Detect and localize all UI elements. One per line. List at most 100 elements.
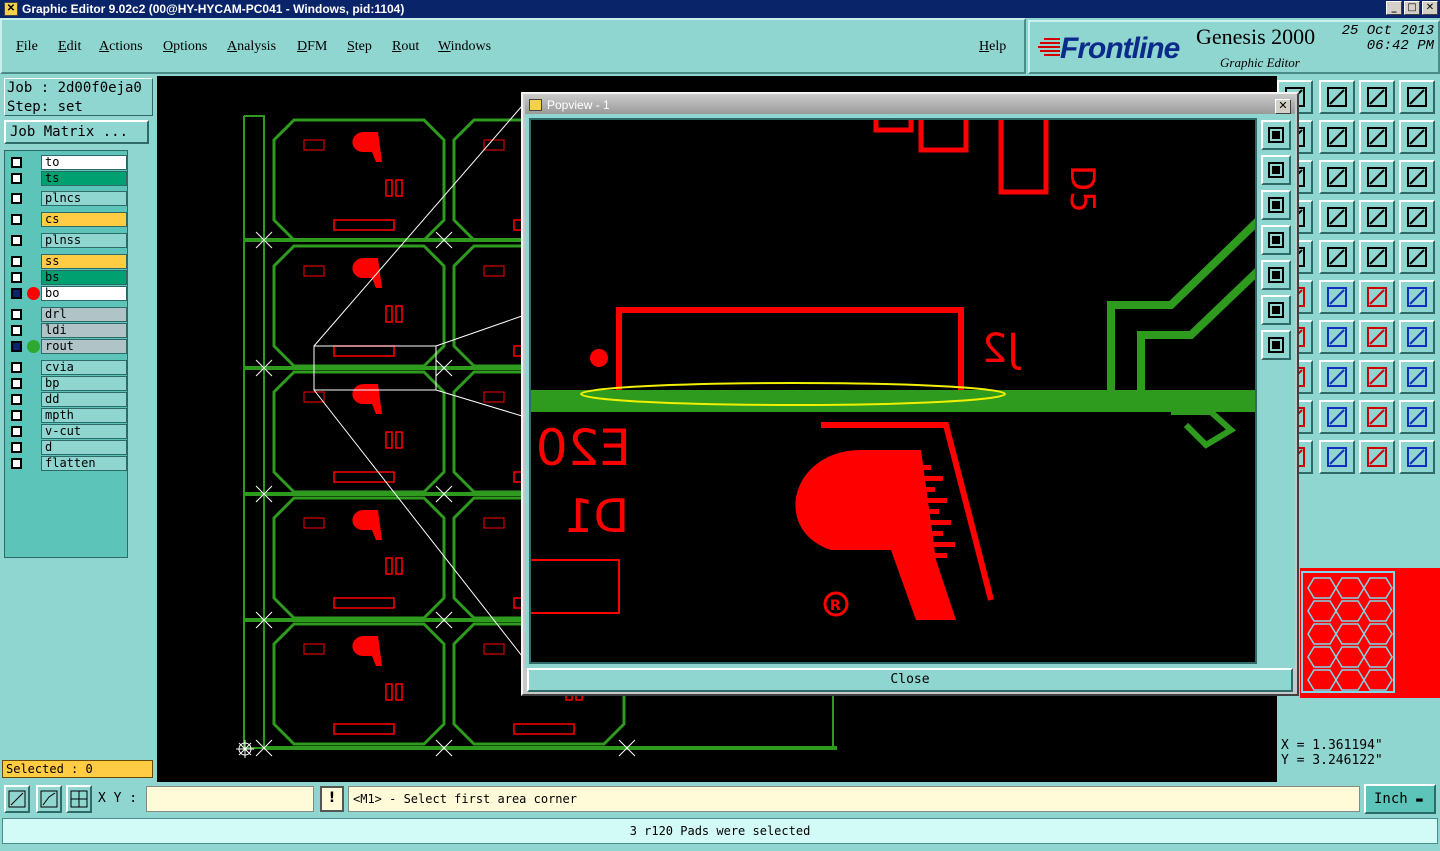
layer-name[interactable]: bp — [41, 376, 127, 391]
net-tool-button[interactable] — [1399, 440, 1435, 474]
layer-name[interactable]: rout — [41, 339, 127, 354]
layer-row-bp[interactable]: bp — [7, 376, 127, 391]
menu-edit[interactable]: Edit — [58, 39, 81, 55]
layer-checkbox[interactable] — [11, 458, 22, 469]
layer-checkbox[interactable] — [11, 235, 22, 246]
layer-name[interactable]: drl — [41, 307, 127, 322]
step-out-tool-button[interactable] — [1319, 120, 1355, 154]
center-tool-button[interactable] — [1319, 160, 1355, 194]
layer-checkbox[interactable] — [11, 325, 22, 336]
layer-name[interactable]: mpth — [41, 408, 127, 423]
unit-selector[interactable]: Inch ▬ — [1364, 784, 1436, 814]
snap-tool-button[interactable] — [1359, 200, 1395, 234]
xy-input[interactable] — [146, 786, 314, 812]
layer-checkbox[interactable] — [11, 173, 22, 184]
connect-tool-button[interactable] — [1399, 360, 1435, 394]
layer-name[interactable]: ss — [41, 254, 127, 269]
job-matrix-button[interactable]: Job Matrix ... — [4, 120, 149, 144]
draw-tool-button[interactable] — [1319, 240, 1355, 274]
popview-close-icon[interactable]: ✕ — [1275, 99, 1291, 114]
layer-name[interactable]: ldi — [41, 323, 127, 338]
layer-name[interactable]: d — [41, 440, 127, 455]
vector2-tool-button[interactable] — [1399, 280, 1435, 314]
layer-checkbox[interactable] — [11, 157, 22, 168]
minimize-button[interactable]: _ — [1386, 1, 1402, 15]
layer-checkbox[interactable] — [11, 341, 22, 352]
layer-checkbox[interactable] — [11, 362, 22, 373]
zoom-extents-button[interactable] — [1261, 120, 1291, 150]
snap2-tool-button[interactable] — [1399, 200, 1435, 234]
select-area-tool-button[interactable] — [1359, 440, 1395, 474]
layer-checkbox[interactable] — [11, 288, 22, 299]
layer-row-plnss[interactable]: plnss — [7, 233, 127, 248]
layer-row-cs[interactable]: cs — [7, 212, 127, 227]
layer-checkbox[interactable] — [11, 256, 22, 267]
layer-name[interactable]: ts — [41, 171, 127, 186]
pad-tool-button[interactable] — [1399, 240, 1435, 274]
layer-row-ldi[interactable]: ldi — [7, 323, 127, 338]
layer-checkbox[interactable] — [11, 410, 22, 421]
arc-tool-button[interactable] — [1359, 320, 1395, 354]
layer-name[interactable]: bo — [41, 286, 127, 301]
layer-name[interactable]: plncs — [41, 191, 127, 206]
route-s-tool-button[interactable] — [1399, 120, 1435, 154]
layer-checkbox[interactable] — [11, 394, 22, 405]
triangle-c-tool-button[interactable] — [1399, 400, 1435, 434]
pan-left-button[interactable] — [1261, 225, 1291, 255]
layer-row-to[interactable]: to — [7, 155, 127, 170]
menu-file[interactable]: File — [16, 39, 38, 55]
layer-name[interactable]: v-cut — [41, 424, 127, 439]
layer-row-ss[interactable]: ss — [7, 254, 127, 269]
exclamation-button[interactable]: ! — [320, 786, 344, 812]
measure-box-tool-button[interactable] — [1359, 360, 1395, 394]
menu-dfm[interactable]: DFM — [297, 39, 327, 55]
pan-right-button[interactable] — [1261, 260, 1291, 290]
layer-row-ts[interactable]: ts — [7, 171, 127, 186]
layer-checkbox[interactable] — [11, 426, 22, 437]
rotate-tool-button[interactable] — [1359, 120, 1395, 154]
layer-name[interactable]: cs — [41, 212, 127, 227]
split-view-tool-button[interactable] — [1399, 80, 1435, 114]
layer-row-dd[interactable]: dd — [7, 392, 127, 407]
menu-help[interactable]: Help — [979, 39, 1006, 55]
diagonal-tool-button[interactable] — [1319, 320, 1355, 354]
layer-row-v-cut[interactable]: v-cut — [7, 424, 127, 439]
popview-canvas[interactable]: D5 J2 E20 D1 D1 — [529, 118, 1257, 664]
triangle-b-tool-button[interactable] — [1359, 400, 1395, 434]
pan-down-button[interactable] — [1261, 190, 1291, 220]
layer-checkbox[interactable] — [11, 378, 22, 389]
layer-row-rout[interactable]: rout — [7, 339, 127, 354]
measure-button[interactable] — [36, 785, 62, 813]
layer-checkbox[interactable] — [11, 442, 22, 453]
layer-row-bo[interactable]: bo — [7, 286, 127, 301]
measure-ruler-tool-button[interactable] — [1359, 240, 1395, 274]
layer-row-mpth[interactable]: mpth — [7, 408, 127, 423]
menu-step[interactable]: Step — [347, 39, 372, 55]
zoom-out-button[interactable] — [1261, 330, 1291, 360]
layer-checkbox[interactable] — [11, 214, 22, 225]
zoom-area-button[interactable] — [4, 785, 30, 813]
menu-analysis[interactable]: Analysis — [227, 39, 276, 55]
close-window-button[interactable]: ✕ — [1422, 1, 1438, 15]
layer-name[interactable]: flatten — [41, 456, 127, 471]
select-tool-button[interactable] — [1319, 440, 1355, 474]
grid-view-tool-button[interactable] — [1319, 200, 1355, 234]
menu-rout[interactable]: Rout — [392, 39, 419, 55]
layer-checkbox[interactable] — [11, 193, 22, 204]
layer-checkbox[interactable] — [11, 309, 22, 320]
menu-actions[interactable]: Actions — [99, 39, 143, 55]
popview-close-button[interactable]: Close — [527, 668, 1293, 692]
text-tool-button[interactable] — [1399, 320, 1435, 354]
layer-name[interactable]: plnss — [41, 233, 127, 248]
help-tool-button[interactable] — [1399, 160, 1435, 194]
layer-name[interactable]: cvia — [41, 360, 127, 375]
layer-row-plncs[interactable]: plncs — [7, 191, 127, 206]
ratio-tool-button[interactable] — [1359, 160, 1395, 194]
zoom-in-button[interactable] — [1261, 295, 1291, 325]
pan-up-button[interactable] — [1261, 155, 1291, 185]
vector-tool-button[interactable] — [1359, 280, 1395, 314]
layer-name[interactable]: bs — [41, 270, 127, 285]
split-tool-button[interactable] — [1319, 360, 1355, 394]
layer-row-d[interactable]: d — [7, 440, 127, 455]
layer-row-cvia[interactable]: cvia — [7, 360, 127, 375]
